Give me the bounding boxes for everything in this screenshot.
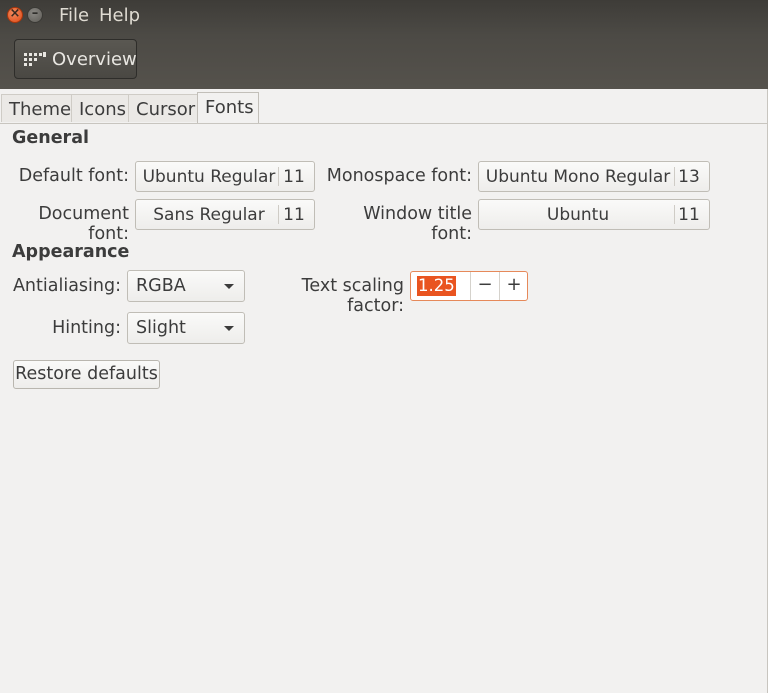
tab-cursor[interactable]: Cursor [128, 94, 198, 122]
chevron-down-icon [224, 326, 234, 331]
text-scaling-label: Text scaling factor: [301, 276, 404, 316]
text-scaling-input[interactable]: 1.25 [417, 276, 456, 296]
antialiasing-value: RGBA [136, 276, 186, 296]
default-font-label: Default font: [18, 166, 129, 186]
close-icon: × [9, 6, 21, 21]
document-font-label: Document font: [38, 204, 129, 244]
increment-button[interactable]: + [499, 272, 528, 300]
window-title-font-label: Window title font: [363, 204, 472, 244]
tab-icons[interactable]: Icons [71, 94, 129, 122]
minimize-window-button[interactable]: – [27, 6, 43, 23]
close-window-button[interactable]: × [7, 6, 23, 23]
document-font-name: Sans Regular [153, 205, 265, 225]
window-title-font-button[interactable]: Ubuntu 11 [478, 199, 710, 230]
antialiasing-label: Antialiasing: [12, 276, 121, 296]
hinting-label: Hinting: [52, 318, 121, 338]
chevron-down-icon [224, 284, 234, 289]
monospace-font-button[interactable]: Ubuntu Mono Regular 13 [478, 161, 710, 192]
general-heading: General [12, 128, 89, 148]
default-font-button[interactable]: Ubuntu Regular 11 [135, 161, 315, 192]
decrement-button[interactable]: − [470, 272, 499, 300]
text-scaling-spinner[interactable]: 1.25 − + [410, 271, 528, 301]
monospace-font-label: Monospace font: [326, 166, 472, 186]
monospace-font-size: 13 [678, 167, 700, 187]
document-font-size: 11 [283, 205, 305, 225]
overview-label: Overview [52, 49, 137, 70]
grid-icon [24, 52, 46, 66]
window-title-font-size: 11 [678, 205, 700, 225]
document-font-button[interactable]: Sans Regular 11 [135, 199, 315, 230]
overview-button[interactable]: Overview [14, 39, 137, 79]
title-bar: × – File Help Overview [0, 0, 768, 89]
antialiasing-select[interactable]: RGBA [127, 270, 245, 302]
tab-theme[interactable]: Theme [1, 94, 72, 122]
tab-fonts[interactable]: Fonts [197, 92, 259, 123]
window-title-font-name: Ubuntu [546, 205, 610, 225]
minimize-icon: – [31, 6, 39, 21]
menu-file[interactable]: File [59, 5, 89, 26]
tab-bar: Theme Icons Cursor Fonts [0, 90, 768, 124]
monospace-font-name: Ubuntu Mono Regular [485, 167, 671, 187]
appearance-heading: Appearance [12, 242, 130, 262]
menu-help[interactable]: Help [99, 5, 140, 26]
default-font-size: 11 [283, 167, 305, 187]
hinting-value: Slight [136, 318, 186, 338]
default-font-name: Ubuntu Regular [142, 167, 276, 187]
hinting-select[interactable]: Slight [127, 312, 245, 344]
restore-defaults-button[interactable]: Restore defaults [13, 360, 160, 389]
